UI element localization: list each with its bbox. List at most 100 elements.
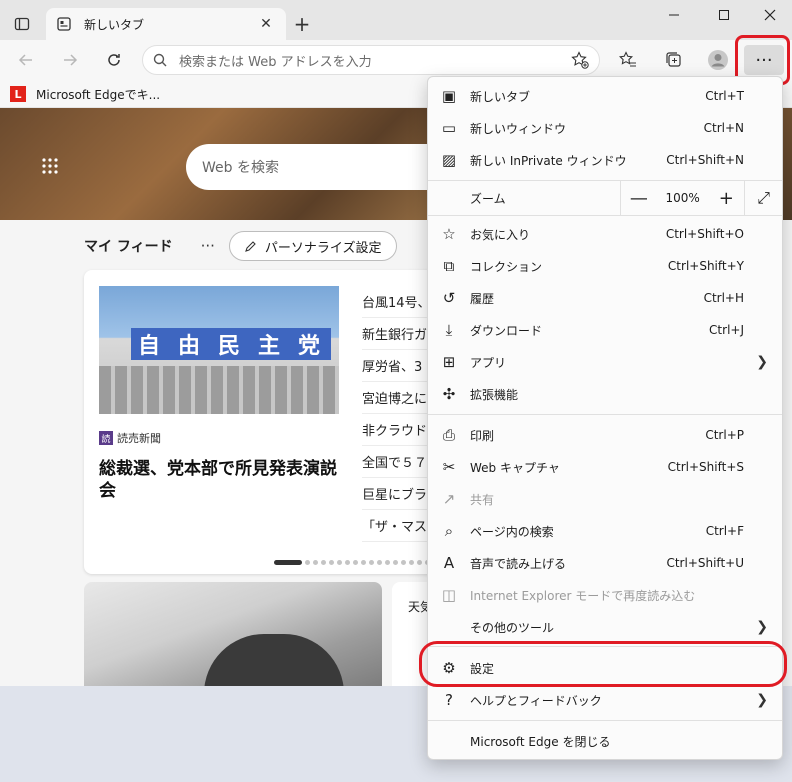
- avatar-icon: [708, 50, 728, 70]
- tab-actions-button[interactable]: [8, 10, 36, 38]
- menu-separator: [428, 215, 782, 216]
- carousel-dot[interactable]: [401, 560, 406, 565]
- menu-item-downloads[interactable]: ⤓ ダウンロード Ctrl+J: [428, 314, 782, 346]
- tab-actions-icon: [14, 17, 30, 31]
- address-placeholder: 検索または Web アドレスを入力: [179, 54, 372, 70]
- menu-item-new-inprivate-window[interactable]: ▨ 新しい InPrivate ウィンドウ Ctrl+Shift+N: [428, 144, 782, 176]
- tab-new-tab[interactable]: 新しいタブ ✕: [46, 8, 286, 40]
- menu-item-help-feedback[interactable]: ? ヘルプとフィードバック ❯: [428, 684, 782, 716]
- chevron-right-icon: ❯: [756, 619, 768, 635]
- zoom-out-button[interactable]: —: [621, 181, 657, 215]
- carousel-dot[interactable]: [353, 560, 358, 565]
- menu-item-shortcut: Ctrl+H: [703, 291, 744, 305]
- chevron-right-icon: ❯: [756, 692, 768, 708]
- carousel-dot[interactable]: [417, 560, 422, 565]
- zoom-in-button[interactable]: +: [708, 181, 744, 215]
- menu-item-shortcut: Ctrl+Shift+O: [665, 227, 744, 241]
- collections-icon: ⧉: [443, 257, 455, 275]
- carousel-dot[interactable]: [393, 560, 398, 565]
- carousel-dot[interactable]: [337, 560, 342, 565]
- menu-separator: [428, 720, 782, 721]
- refresh-button[interactable]: [100, 46, 128, 74]
- menu-item-print[interactable]: ⎙ 印刷 Ctrl+P: [428, 419, 782, 451]
- profile-button[interactable]: [704, 46, 732, 74]
- print-icon: ⎙: [442, 426, 455, 444]
- kitchen-story-card[interactable]: [84, 582, 382, 686]
- address-bar[interactable]: 検索または Web アドレスを入力: [142, 45, 600, 75]
- back-arrow-icon: [18, 54, 32, 66]
- carousel-dot[interactable]: [329, 560, 334, 565]
- publisher-logo-icon: 読: [99, 431, 113, 445]
- title-bar: 新しいタブ ✕ +: [0, 0, 792, 40]
- menu-item-label: 履歴: [470, 291, 495, 306]
- close-tab-icon[interactable]: ✕: [256, 14, 276, 34]
- carousel-dot[interactable]: [345, 560, 350, 565]
- close-window-button[interactable]: [750, 2, 790, 28]
- menu-item-new-tab[interactable]: ▣ 新しいタブ Ctrl+T: [428, 80, 782, 112]
- news-image: 自 由 民 主 党: [99, 286, 339, 414]
- carousel-dot[interactable]: [385, 560, 390, 565]
- carousel-dot[interactable]: [369, 560, 374, 565]
- zoom-row: ズーム — 100% + ⤢: [428, 181, 782, 215]
- menu-item-shortcut: Ctrl+F: [705, 524, 744, 538]
- menu-item-history[interactable]: ↺ 履歴 Ctrl+H: [428, 282, 782, 314]
- menu-item-find-on-page[interactable]: ⌕ ページ内の検索 Ctrl+F: [428, 515, 782, 547]
- favorites-button[interactable]: [614, 46, 642, 74]
- close-window-icon: [764, 9, 776, 21]
- minimize-icon: [669, 14, 679, 16]
- sign-char: 民: [217, 334, 244, 359]
- minimize-button[interactable]: [654, 2, 694, 28]
- toolbar: 検索または Web アドレスを入力: [0, 40, 792, 80]
- extensions-icon: ✣: [442, 385, 456, 403]
- menu-item-collections[interactable]: ⧉ コレクション Ctrl+Shift+Y: [428, 250, 782, 282]
- menu-item-extensions[interactable]: ✣ 拡張機能: [428, 378, 782, 410]
- carousel-dot[interactable]: [409, 560, 414, 565]
- main-headline[interactable]: 総裁選、党本部で所見発表演説会: [99, 458, 349, 502]
- menu-item-apps[interactable]: ⊞ アプリ ❯: [428, 346, 782, 378]
- publisher-name: 読売新聞: [117, 432, 161, 445]
- menu-item-label: Internet Explorer モードで再度読み込む: [470, 588, 696, 603]
- menu-item-close-edge[interactable]: Microsoft Edge を閉じる: [428, 725, 782, 757]
- fullscreen-icon[interactable]: ⤢: [744, 181, 782, 215]
- collections-button[interactable]: [660, 46, 688, 74]
- menu-item-share: ↗ 共有: [428, 483, 782, 515]
- menu-item-web-capture[interactable]: ✂ Web キャプチャ Ctrl+Shift+S: [428, 451, 782, 483]
- feed-more-button[interactable]: ···: [201, 237, 215, 255]
- carousel-dot[interactable]: [305, 560, 310, 565]
- new-tab-favicon-icon: [56, 16, 72, 32]
- favorite-item[interactable]: L Microsoft Edgeでキ...: [10, 84, 160, 104]
- zoom-label: ズーム: [470, 191, 506, 206]
- menu-item-more-tools[interactable]: その他のツール ❯: [428, 611, 782, 643]
- carousel-dot[interactable]: [321, 560, 326, 565]
- sign-char: 由: [177, 334, 204, 359]
- personalize-button[interactable]: パーソナライズ設定: [228, 231, 397, 261]
- new-tab-button[interactable]: +: [290, 12, 314, 36]
- menu-item-favorites[interactable]: ☆ お気に入り Ctrl+Shift+O: [428, 218, 782, 250]
- menu-item-new-window[interactable]: ▭ 新しいウィンドウ Ctrl+N: [428, 112, 782, 144]
- frying-pan-image: [204, 634, 344, 686]
- pencil-icon: [245, 240, 256, 252]
- menu-item-read-aloud[interactable]: A 音声で読み上げる Ctrl+Shift+U: [428, 547, 782, 579]
- add-favorite-icon[interactable]: [571, 51, 589, 69]
- app-launcher-icon[interactable]: [40, 156, 60, 176]
- carousel-dot[interactable]: [361, 560, 366, 565]
- blank-icon: [438, 730, 460, 752]
- back-button[interactable]: [12, 46, 40, 74]
- menu-item-label: 新しいウィンドウ: [470, 121, 567, 136]
- favorite-label: Microsoft Edgeでキ...: [36, 87, 161, 102]
- ie-mode-icon: ◫: [441, 586, 457, 604]
- carousel-dot-active[interactable]: [274, 560, 302, 565]
- forward-button[interactable]: [56, 46, 84, 74]
- favorite-logo-icon: L: [10, 86, 26, 102]
- carousel-dot[interactable]: [313, 560, 318, 565]
- forward-arrow-icon: [64, 54, 78, 66]
- menu-item-ie-mode: ◫ Internet Explorer モードで再度読み込む: [428, 579, 782, 611]
- favorites-icon: ☆: [442, 225, 456, 243]
- menu-separator: [428, 414, 782, 415]
- carousel-indicator[interactable]: [274, 560, 430, 565]
- menu-item-label: ダウンロード: [470, 323, 543, 338]
- carousel-dot[interactable]: [377, 560, 382, 565]
- news-image-sign: 自 由 民 主 党: [131, 328, 331, 360]
- maximize-button[interactable]: [704, 2, 744, 28]
- favorites-list-icon: [619, 51, 636, 67]
